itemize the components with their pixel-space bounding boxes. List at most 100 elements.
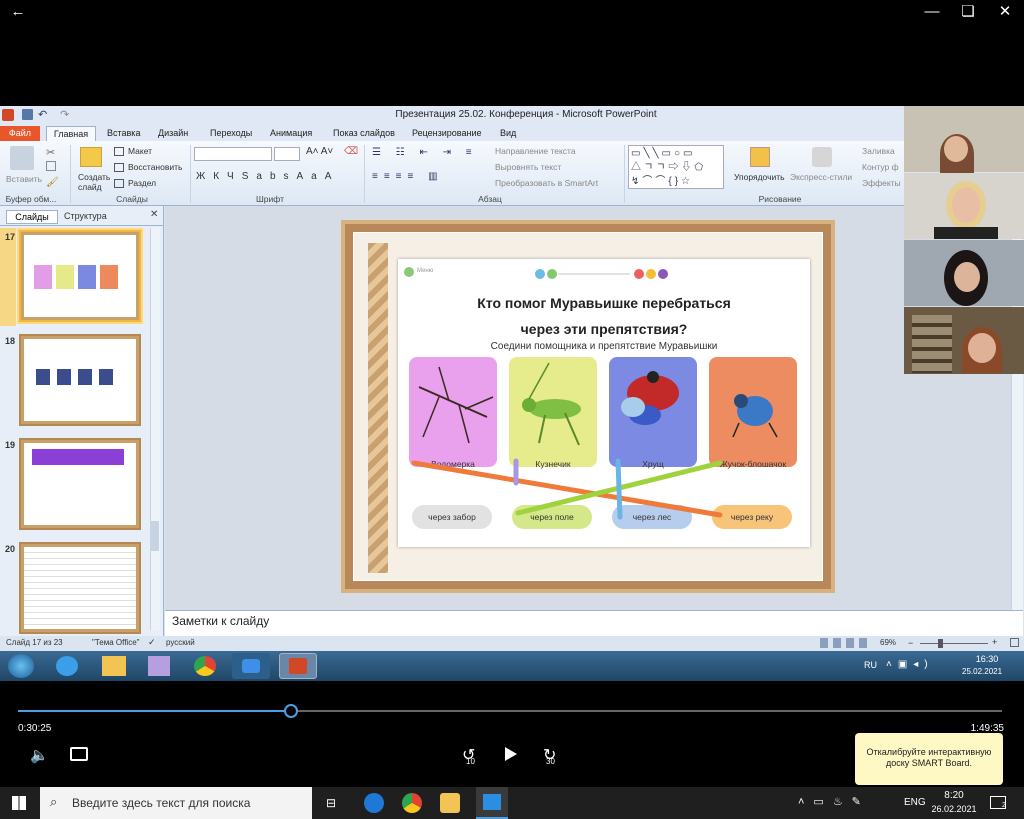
windows-start-icon[interactable]	[12, 796, 26, 810]
new-slide-icon[interactable]	[80, 147, 102, 167]
tray-icons[interactable]: ˄▣◂)	[886, 659, 934, 670]
participant-video-2[interactable]	[904, 173, 1024, 239]
spellcheck-icon[interactable]: ✓	[148, 637, 156, 648]
taskbar-search-box[interactable]: ⌕ Введите здесь текст для поиска	[40, 787, 312, 819]
tab-review[interactable]: Рецензирование	[412, 126, 482, 141]
tab-outline[interactable]: Структура	[64, 211, 107, 221]
new-slide-button[interactable]: Создать слайд	[78, 172, 112, 192]
start-orb-icon[interactable]	[8, 654, 34, 678]
edge-icon[interactable]	[364, 793, 384, 813]
slide-thumbnail-17[interactable]	[19, 230, 141, 322]
fill-button[interactable]: Заливка	[862, 146, 895, 156]
windows10-taskbar: ⌕ Введите здесь текст для поиска ⊟ ˄▭♨✎ …	[0, 787, 1024, 819]
arrange-icon[interactable]	[750, 147, 770, 167]
font-size-select[interactable]	[274, 147, 300, 161]
layout-icon	[114, 147, 124, 156]
shapes-gallery[interactable]: ▭╲╲▭○▭ △ㄱㄱ⇨⇩⬠ ↯⌒⌒{}☆	[628, 145, 724, 189]
language-indicator[interactable]: RU	[864, 660, 877, 670]
paste-icon[interactable]	[10, 146, 34, 170]
copy-icon[interactable]	[46, 161, 56, 171]
elapsed-time: 0:30:25	[18, 723, 52, 734]
participant-video-4[interactable]	[904, 307, 1024, 374]
outline-button[interactable]: Контур ф	[862, 162, 899, 172]
zoom-out-icon[interactable]: −	[908, 638, 913, 648]
close-icon[interactable]: ✕	[993, 0, 1017, 24]
slide-thumbnail-19[interactable]	[19, 438, 141, 530]
participant-face	[954, 262, 980, 292]
tab-transitions[interactable]: Переходы	[210, 126, 252, 141]
tab-insert[interactable]: Вставка	[107, 126, 140, 141]
pane-scrollbar[interactable]	[150, 228, 160, 630]
zoom-in-icon[interactable]: +	[992, 637, 997, 647]
text-direction-button[interactable]: Направление текста	[495, 146, 576, 156]
player-controls: 0:30:25 1:49:35 🔈 ↺ 10 ↻ 30 Откалибруйте…	[0, 681, 1024, 787]
selection-marker	[0, 228, 16, 326]
chrome-icon[interactable]	[194, 656, 216, 676]
tab-file[interactable]: Файл	[0, 126, 40, 141]
tab-slides[interactable]: Слайды	[6, 210, 58, 224]
tab-home[interactable]: Главная	[46, 126, 96, 141]
quick-styles-icon[interactable]	[812, 147, 832, 167]
participant-video-1[interactable]	[904, 106, 1024, 174]
arrange-button[interactable]: Упорядочить	[734, 172, 785, 182]
quick-styles-button[interactable]: Экспресс-стили	[790, 172, 852, 182]
forward-seconds: 30	[546, 757, 555, 766]
font-style-buttons[interactable]: ЖКЧSabsAaA	[196, 171, 339, 182]
smart-board-notification[interactable]: Откалибруйте интерактивную доску SMART B…	[855, 733, 1003, 785]
tab-slideshow[interactable]: Показ слайдов	[333, 126, 395, 141]
play-icon[interactable]	[505, 747, 517, 761]
group-paragraph: Абзац	[478, 194, 502, 204]
chrome-icon[interactable]	[402, 793, 422, 813]
task-view-icon[interactable]: ⊟	[326, 796, 336, 810]
volume-icon[interactable]: 🔈	[30, 746, 49, 764]
slide-thumbnail-20[interactable]	[19, 542, 141, 634]
current-slide[interactable]: Меню Кто помог Муравьишке перебраться че…	[341, 220, 835, 593]
reset-button[interactable]: Восстановить	[128, 162, 182, 172]
smartart-button[interactable]: Преобразовать в SmartArt	[495, 178, 598, 188]
format-painter-icon[interactable]: 🖌	[46, 177, 59, 188]
maximize-icon[interactable]: ❏	[956, 0, 980, 24]
media-player-icon	[483, 794, 501, 810]
captions-icon[interactable]	[70, 747, 88, 761]
zoom-slider[interactable]	[920, 643, 988, 644]
seek-thumb[interactable]	[283, 704, 298, 718]
pane-scrollbar-thumb[interactable]	[151, 521, 159, 551]
grow-font-icon[interactable]: A˄ A˅	[306, 146, 333, 157]
folder-icon[interactable]	[102, 656, 126, 676]
back-arrow-icon[interactable]: ←	[6, 0, 30, 24]
file-explorer-icon[interactable]	[440, 793, 460, 813]
language[interactable]: русский	[166, 638, 195, 647]
media-player-button[interactable]	[476, 787, 508, 819]
input-language[interactable]: ENG	[904, 797, 926, 808]
list-buttons[interactable]: ☰ ☷ ⇤ ⇥ ≡	[372, 147, 478, 158]
system-tray-icons[interactable]: ˄▭♨✎	[798, 795, 870, 808]
app-icon[interactable]	[148, 656, 170, 676]
powerpoint-window: ↶ ↷ Презентация 25.02. Конференция - Mic…	[0, 106, 1024, 681]
font-name-select[interactable]	[194, 147, 272, 161]
zoom-slider-thumb[interactable]	[938, 639, 943, 648]
fit-slide-icon[interactable]	[1010, 638, 1019, 647]
section-button[interactable]: Раздел	[128, 178, 156, 188]
close-pane-icon[interactable]: ✕	[150, 209, 158, 220]
participant-video-3[interactable]	[904, 240, 1024, 306]
slide-number: 18	[5, 336, 16, 346]
effects-button[interactable]: Эффекты	[862, 178, 901, 188]
save-icon[interactable]	[22, 109, 33, 120]
notes-pane[interactable]: Заметки к слайду	[165, 610, 1023, 636]
align-buttons[interactable]: ≡≡≡≡ ▥	[372, 171, 444, 182]
cut-icon[interactable]: ✂	[46, 146, 55, 159]
zoom-level[interactable]: 69%	[880, 638, 896, 647]
minimize-icon[interactable]: —	[920, 0, 944, 24]
view-buttons[interactable]	[820, 638, 870, 648]
redo-icon[interactable]: ↷	[60, 106, 69, 124]
undo-icon[interactable]: ↶	[38, 106, 47, 124]
tab-animations[interactable]: Анимация	[270, 126, 312, 141]
align-text-button[interactable]: Выровнять текст	[495, 162, 561, 172]
tab-design[interactable]: Дизайн	[158, 126, 188, 141]
tab-view[interactable]: Вид	[500, 126, 516, 141]
clear-format-icon[interactable]: ⌫	[344, 146, 358, 157]
paste-button[interactable]: Вставить	[6, 174, 42, 184]
slide-thumbnail-18[interactable]	[19, 334, 141, 426]
layout-button[interactable]: Макет	[128, 146, 152, 156]
internet-explorer-icon[interactable]	[56, 656, 78, 676]
